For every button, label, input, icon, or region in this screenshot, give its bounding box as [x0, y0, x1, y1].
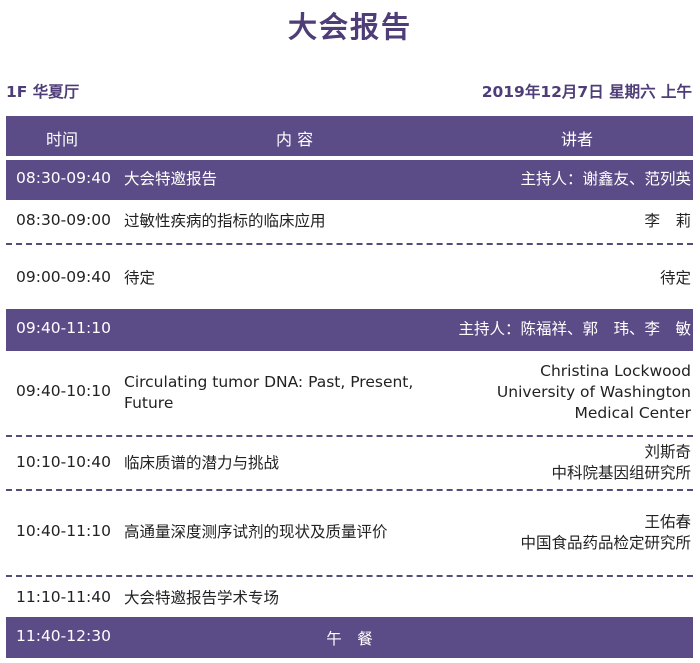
content-line: Circulating tumor DNA: Past, Present, — [124, 373, 414, 391]
content-cell: 大会特邀报告学术专场 — [124, 589, 280, 607]
table-row: 09:00-09:40 待定 待定 — [6, 245, 693, 309]
content-cell: 高通量深度测序试剂的现状及质量评价 — [124, 523, 388, 541]
table-row: 09:40-10:10 Circulating tumor DNA: Past,… — [6, 351, 693, 437]
content-line: Future — [124, 394, 174, 412]
date-label: 2019年12月7日 星期六 上午 — [481, 83, 692, 101]
speaker-line: Christina Lockwood — [540, 362, 691, 380]
content-cell: 待定 — [124, 269, 156, 287]
speaker-cell: 刘斯奇 中科院基因组研究所 — [551, 442, 691, 484]
time-cell: 10:40-11:10 — [16, 522, 111, 540]
speaker-line: Medical Center — [574, 404, 691, 422]
content-cell: 大会特邀报告 — [124, 170, 218, 188]
table-header: 时间 内 容 讲者 — [6, 116, 693, 160]
speaker-line: 中科院基因组研究所 — [551, 464, 691, 482]
speaker-cell: 李 莉 — [644, 212, 691, 230]
speaker-line: University of Washington — [496, 383, 691, 401]
speaker-line: 中国食品药品检定研究所 — [520, 534, 691, 552]
table-row: 11:10-11:40 大会特邀报告学术专场 — [6, 577, 693, 617]
speaker-line: 王佑春 — [644, 513, 691, 531]
session-row: 08:30-09:40 大会特邀报告 主持人：谢鑫友、范列英 — [6, 160, 693, 200]
venue-label: 1F 华夏厅 — [6, 83, 80, 101]
time-cell: 09:40-10:10 — [16, 382, 111, 400]
header-content: 内 容 — [276, 130, 314, 149]
time-cell: 10:10-10:40 — [16, 453, 111, 471]
speaker-cell: Christina Lockwood University of Washing… — [497, 361, 691, 424]
speaker-cell: 待定 — [659, 269, 691, 287]
time-cell: 09:00-09:40 — [16, 268, 111, 286]
table-row: 10:40-11:10 高通量深度测序试剂的现状及质量评价 王佑春 中国食品药品… — [6, 491, 693, 577]
header-speaker: 讲者 — [561, 130, 594, 149]
speaker-line: 刘斯奇 — [644, 443, 691, 461]
time-cell: 09:40-11:10 — [16, 319, 111, 337]
table-row: 10:10-10:40 临床质谱的潜力与挑战 刘斯奇 中科院基因组研究所 — [6, 437, 693, 491]
time-cell: 11:10-11:40 — [16, 588, 111, 606]
speaker-cell: 主持人：谢鑫友、范列英 — [520, 170, 691, 188]
header-time: 时间 — [46, 130, 79, 149]
content-cell: Circulating tumor DNA: Past, Present, Fu… — [124, 372, 454, 414]
page-title: 大会报告 — [287, 10, 412, 44]
time-cell: 08:30-09:00 — [16, 211, 111, 229]
venue-date-line: 1F 华夏厅 2019年12月7日 星期六 上午 — [6, 80, 692, 102]
session-row: 11:40-12:30 午 餐 — [6, 617, 693, 658]
time-cell: 08:30-09:40 — [16, 169, 111, 187]
table-row: 08:30-09:00 过敏性疾病的指标的临床应用 李 莉 — [6, 200, 693, 245]
speaker-cell: 王佑春 中国食品药品检定研究所 — [520, 512, 691, 554]
content-cell: 临床质谱的潜力与挑战 — [124, 454, 280, 472]
session-row: 09:40-11:10 主持人：陈福祥、郭 玮、李 敏 — [6, 309, 693, 351]
lunch-label: 午 餐 — [326, 630, 373, 648]
content-cell: 过敏性疾病的指标的临床应用 — [124, 212, 326, 230]
schedule-table: 时间 内 容 讲者 08:30-09:40 大会特邀报告 主持人：谢鑫友、范列英… — [6, 116, 693, 658]
speaker-cell: 主持人：陈福祥、郭 玮、李 敏 — [458, 320, 691, 338]
